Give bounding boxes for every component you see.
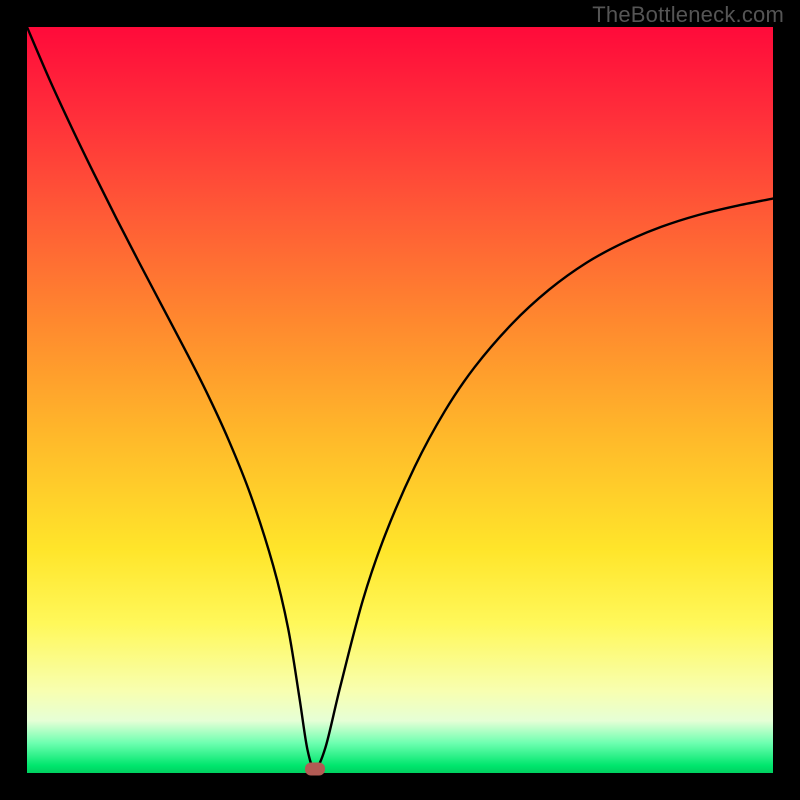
optimal-marker — [305, 763, 325, 776]
watermark-text: TheBottleneck.com — [592, 2, 784, 28]
chart-frame: TheBottleneck.com — [0, 0, 800, 800]
plot-area — [27, 27, 773, 773]
bottleneck-curve — [27, 27, 773, 773]
